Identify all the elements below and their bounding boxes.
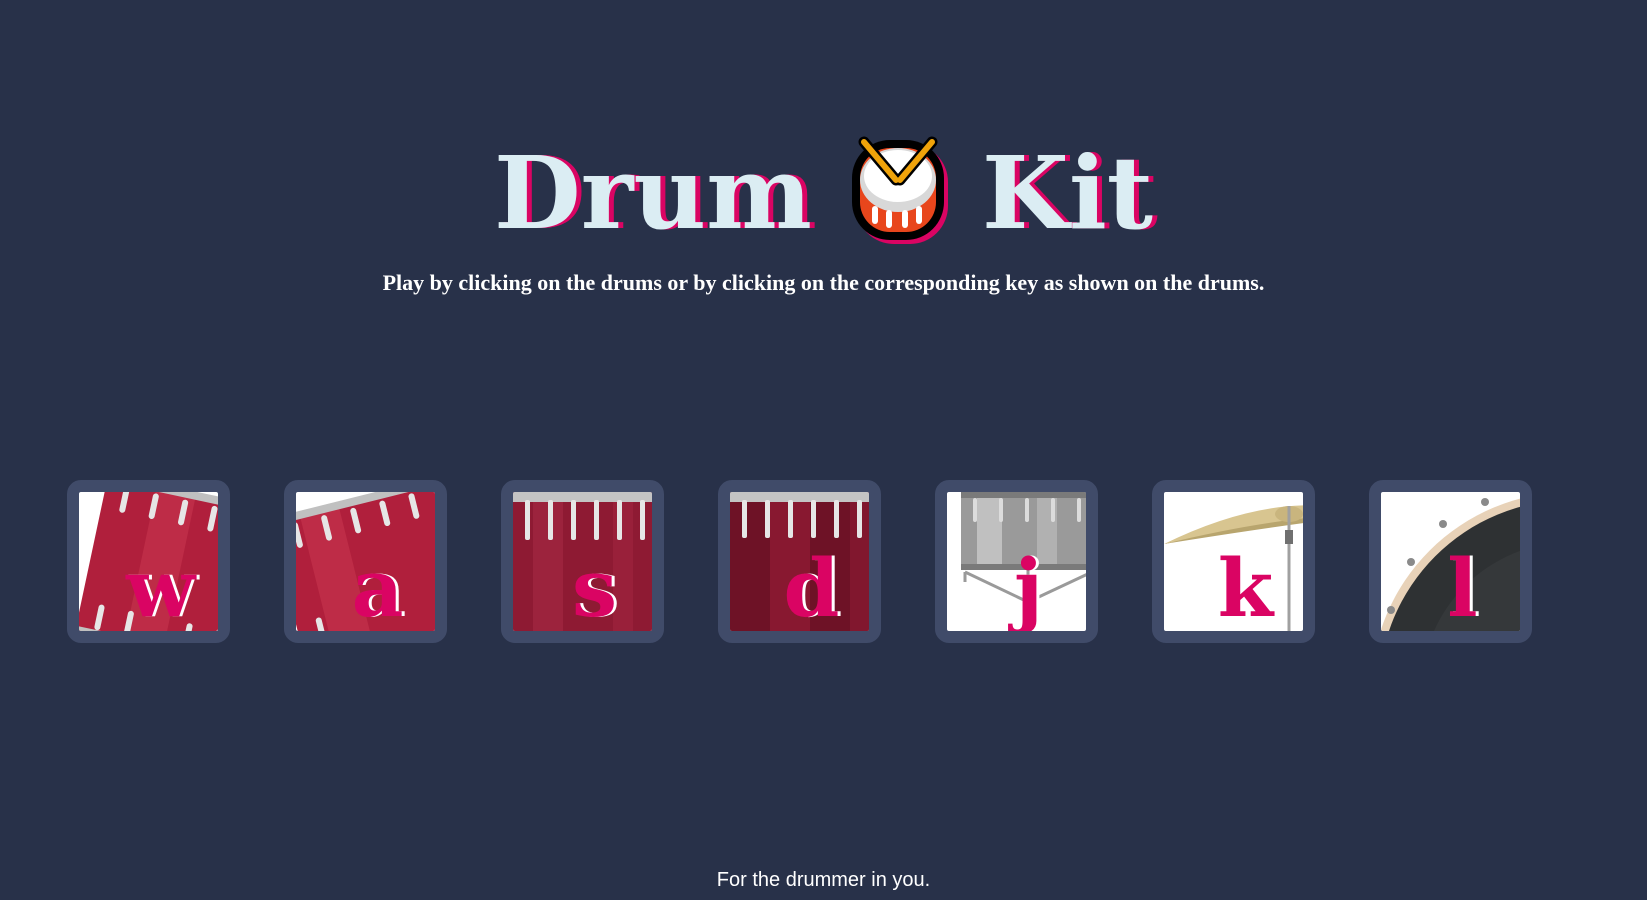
drum-key-label: j	[1014, 541, 1043, 635]
drum-key-label: d	[783, 541, 840, 635]
drum-key-label: l	[1447, 541, 1478, 635]
drum-set: w a s d j k l	[67, 480, 1587, 667]
page-title: Drum Kit	[0, 119, 1647, 258]
drum-emoji-icon	[850, 134, 954, 248]
title-word-drum: Drum	[493, 134, 812, 253]
drum-key-label: a	[351, 541, 404, 635]
drum-key-label: w	[126, 541, 195, 635]
drum-key-label: k	[1217, 541, 1274, 635]
footer-text: For the drummer in you.	[716, 869, 931, 891]
drum-l-button[interactable]: l	[1369, 480, 1532, 643]
drum-s-button[interactable]: s	[501, 480, 664, 643]
drum-key-label: s	[571, 541, 618, 635]
drum-a-button[interactable]: a	[284, 480, 447, 643]
instructions-text: Play by clicking on the drums or by clic…	[382, 270, 1265, 295]
drum-w-button[interactable]: w	[67, 480, 230, 643]
drum-k-button[interactable]: k	[1152, 480, 1315, 643]
drum-d-button[interactable]: d	[718, 480, 881, 643]
drum-j-button[interactable]: j	[935, 480, 1098, 643]
title-word-kit: Kit	[981, 134, 1153, 253]
